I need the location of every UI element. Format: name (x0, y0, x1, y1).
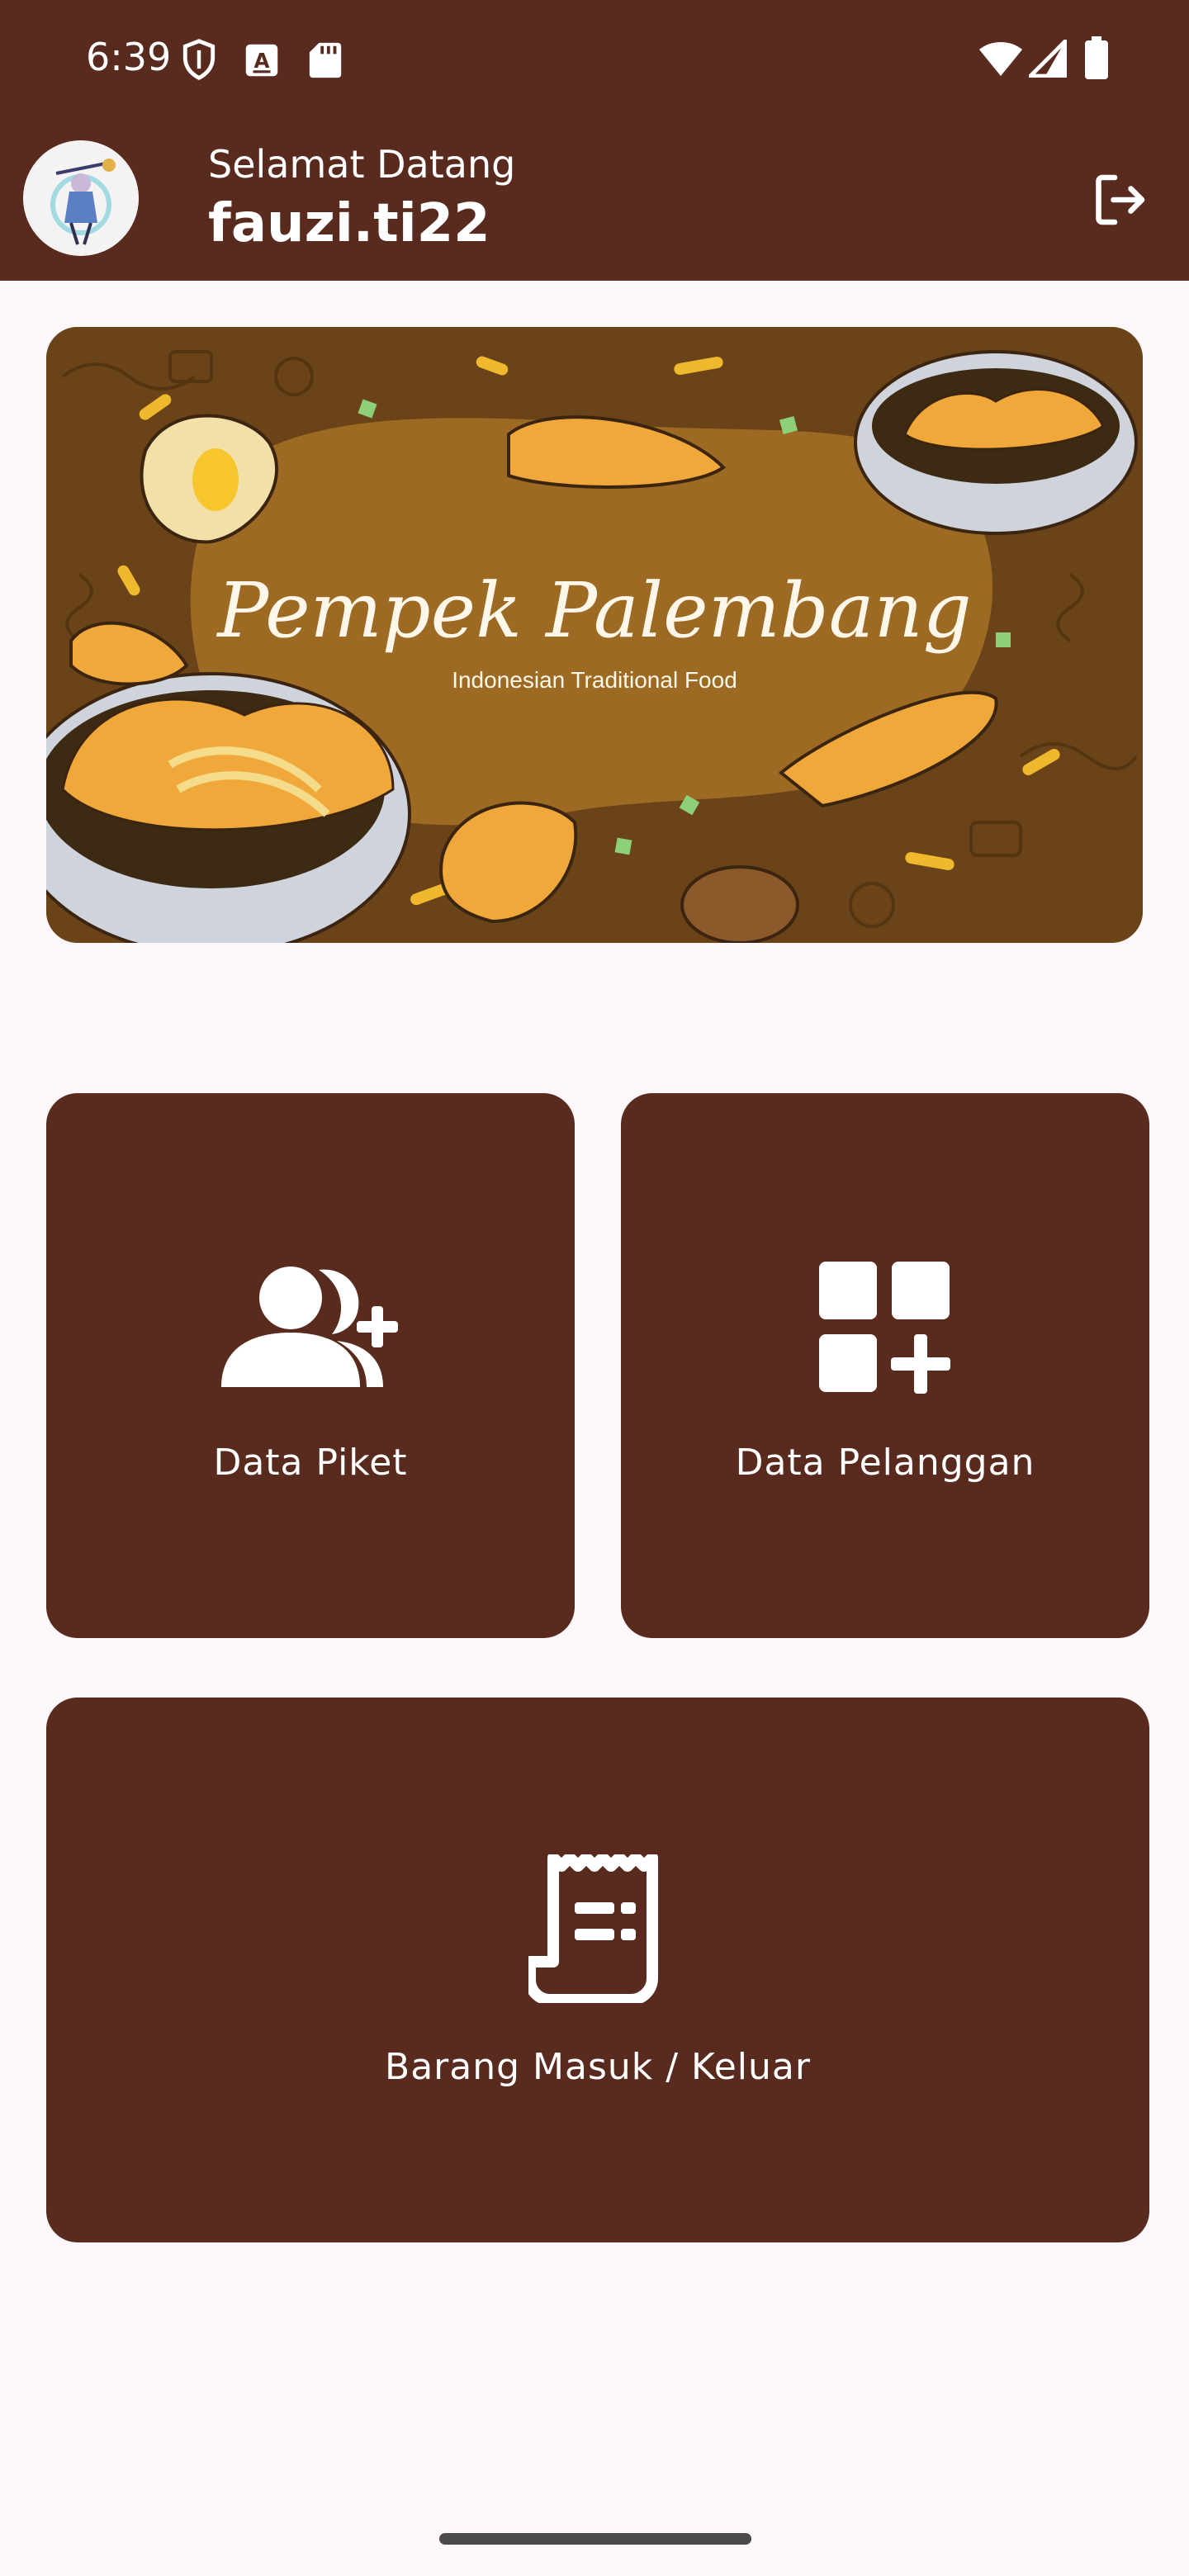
username-text: fauzi.ti22 (208, 193, 490, 254)
promo-banner: Pempek Palembang Indonesian Traditional … (46, 327, 1143, 943)
app-header: Selamat Datang fauzi.ti22 (0, 116, 1189, 281)
banner-subtitle: Indonesian Traditional Food (452, 667, 737, 693)
status-bar: 6:39 A (0, 0, 1189, 116)
barang-masuk-keluar-card[interactable]: Barang Masuk / Keluar (46, 1698, 1149, 2242)
data-piket-label: Data Piket (213, 1442, 408, 1484)
barang-masuk-keluar-label: Barang Masuk / Keluar (385, 2046, 811, 2088)
banner-title: Pempek Palembang (217, 566, 972, 655)
svg-text:A: A (254, 49, 270, 73)
avatar-image (23, 140, 139, 256)
app-top-bar: 6:39 A Selamat Datang fauzi.ti22 (0, 0, 1189, 281)
signal-icon (1029, 40, 1067, 78)
greeting-text: Selamat Datang (208, 142, 516, 187)
receipt-icon (528, 1854, 658, 2003)
person-add-icon (221, 1267, 398, 1387)
status-time: 6:39 (86, 35, 172, 79)
wifi-icon (979, 42, 1022, 76)
shield-icon (182, 39, 216, 80)
avatar[interactable] (23, 140, 139, 256)
home-gesture-bar[interactable] (439, 2533, 751, 2545)
data-pelanggan-label: Data Pelanggan (735, 1442, 1035, 1484)
data-pelanggan-card[interactable]: Data Pelanggan (621, 1093, 1149, 1638)
battery-icon (1085, 36, 1108, 79)
logout-icon[interactable] (1090, 170, 1149, 230)
sd-card-icon (309, 42, 342, 78)
text-a-icon: A (245, 44, 278, 77)
grid-add-icon (819, 1262, 950, 1394)
data-piket-card[interactable]: Data Piket (46, 1093, 575, 1638)
